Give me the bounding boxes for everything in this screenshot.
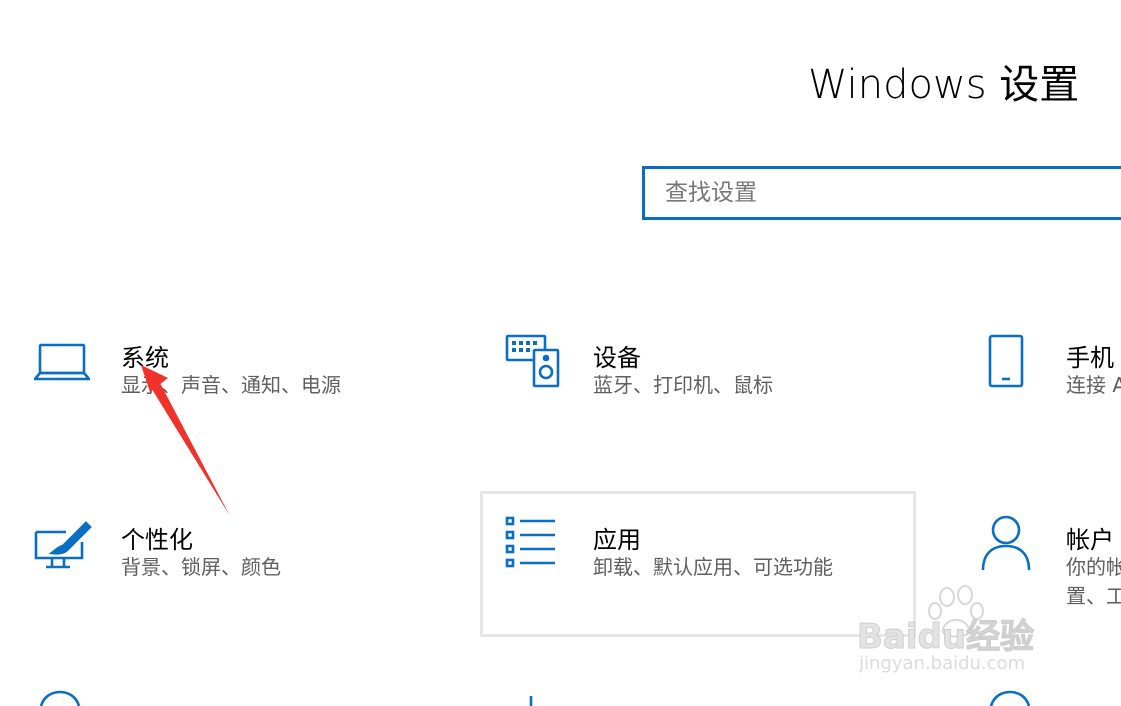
watermark-brand: Baidu经验 bbox=[856, 617, 1035, 658]
tile-phone-label: 手机 bbox=[1066, 344, 1114, 372]
gaming-icon-partial bbox=[529, 696, 533, 706]
globe-icon-partial bbox=[39, 690, 81, 706]
tile-accounts-desc-line2: 置、工 bbox=[1066, 584, 1121, 608]
tile-system-desc: 显示、声音、通知、电源 bbox=[121, 373, 341, 397]
page-title: Windows 设置 bbox=[808, 62, 1080, 108]
keyboard-speaker-icon bbox=[505, 334, 561, 394]
watermark-url: jingyan.baidu.com bbox=[859, 653, 1026, 674]
tile-personalization-label: 个性化 bbox=[121, 526, 193, 554]
tile-apps-label: 应用 bbox=[593, 526, 641, 554]
tile-accounts-label: 帐户 bbox=[1066, 526, 1114, 554]
tile-personalization-desc: 背景、锁屏、颜色 bbox=[121, 555, 281, 579]
phone-icon bbox=[987, 334, 1025, 394]
person-icon bbox=[980, 514, 1032, 576]
laptop-icon bbox=[33, 342, 91, 386]
apps-list-icon bbox=[505, 516, 557, 572]
tile-devices-label: 设备 bbox=[593, 344, 641, 372]
search-box[interactable] bbox=[642, 166, 1121, 220]
paint-brush-icon bbox=[34, 520, 92, 576]
tile-accounts-desc-line1: 你的帐 bbox=[1066, 555, 1121, 579]
tile-system-label: 系统 bbox=[121, 344, 169, 372]
ease-of-access-icon-partial bbox=[989, 690, 1031, 706]
search-input[interactable] bbox=[645, 169, 1121, 217]
tile-apps-desc: 卸载、默认应用、可选功能 bbox=[593, 555, 833, 579]
tile-devices-desc: 蓝牙、打印机、鼠标 bbox=[593, 373, 773, 397]
baidu-watermark: Baidu经验 jingyan.baidu.com bbox=[855, 585, 1065, 689]
tile-phone-desc: 连接 A bbox=[1066, 373, 1121, 397]
